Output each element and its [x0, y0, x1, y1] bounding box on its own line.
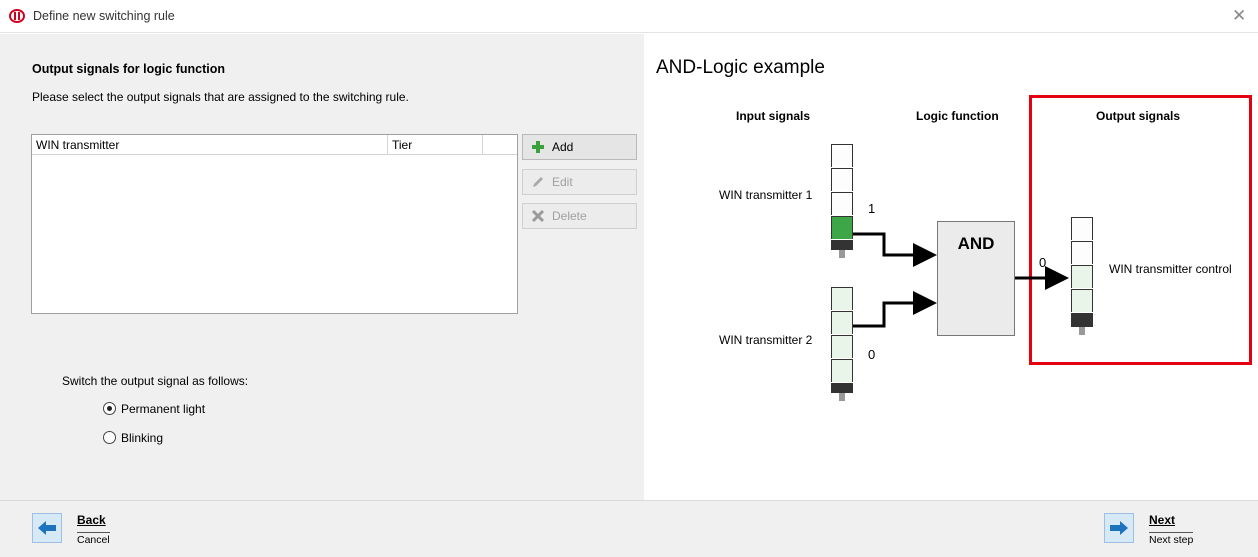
footer-navigation: Back Cancel Next Next step: [0, 500, 1258, 557]
tower-segment-lit: [831, 216, 853, 239]
pencil-icon: [533, 177, 543, 187]
tower-segment: [1071, 241, 1093, 264]
column-header-tier[interactable]: Tier: [388, 135, 483, 155]
section-description: Please select the output signals that ar…: [32, 90, 409, 104]
left-panel: Output signals for logic function Please…: [0, 34, 644, 500]
back-link[interactable]: Back: [77, 513, 106, 527]
tower-foot: [839, 393, 845, 401]
and-logic-box: AND: [937, 221, 1015, 336]
add-button-label: Add: [552, 140, 574, 154]
tower-segment: [831, 287, 853, 310]
tower-segment: [831, 168, 853, 191]
tower-segment: [1071, 217, 1093, 240]
list-header: WIN transmitter Tier: [32, 135, 517, 155]
radio-button-checked[interactable]: [103, 402, 116, 415]
radio-blinking-label: Blinking: [121, 431, 164, 445]
win-transmitter-control-label: WIN transmitter control: [1109, 262, 1232, 276]
cancel-sublabel: Cancel: [77, 532, 110, 546]
input-value-2: 0: [868, 347, 876, 362]
next-link[interactable]: Next: [1149, 513, 1175, 527]
output-signal-list[interactable]: WIN transmitter Tier: [31, 134, 518, 314]
radio-permanent-light-label: Permanent light: [121, 402, 206, 416]
column-header-empty[interactable]: [483, 135, 517, 155]
back-button[interactable]: [32, 513, 62, 543]
example-panel: AND-Logic example Input signals Logic fu…: [644, 34, 1258, 500]
output-value: 0: [1039, 255, 1047, 270]
edit-button-label: Edit: [552, 175, 573, 189]
win-transmitter-2-label: WIN transmitter 2: [719, 333, 813, 347]
section-title: Output signals for logic function: [32, 62, 226, 76]
tower-base: [831, 383, 853, 393]
arrow-right-icon: [1110, 521, 1128, 535]
company-logo-icon: [9, 9, 25, 23]
switch-mode-label: Switch the output signal as follows:: [62, 374, 249, 388]
tower-segment: [831, 335, 853, 358]
next-step-sublabel: Next step: [1149, 532, 1194, 546]
arrow-left-icon: [38, 521, 56, 535]
plus-icon: [532, 141, 544, 153]
next-button[interactable]: [1104, 513, 1134, 543]
column-header-win-transmitter[interactable]: WIN transmitter: [32, 135, 388, 155]
window-title: Define new switching rule: [33, 9, 175, 23]
tower-segment: [831, 192, 853, 215]
tower-foot: [839, 250, 845, 258]
close-icon[interactable]: ✕: [1232, 6, 1246, 26]
tower-base: [1071, 313, 1093, 327]
tower-segment: [831, 359, 853, 382]
dialog-window: Define new switching rule ✕ Output signa…: [0, 0, 1258, 557]
tower-segment: [1071, 265, 1093, 288]
delete-button[interactable]: Delete: [522, 203, 637, 229]
tower-segment: [1071, 289, 1093, 312]
title-bar: Define new switching rule ✕: [0, 0, 1258, 33]
radio-button[interactable]: [103, 431, 116, 444]
delete-x-icon: [531, 209, 545, 223]
add-button[interactable]: Add: [522, 134, 637, 160]
input-value-1: 1: [868, 201, 876, 216]
win-transmitter-1-label: WIN transmitter 1: [719, 188, 813, 202]
and-label: AND: [957, 234, 995, 253]
tower-base: [831, 240, 853, 250]
tower-segment: [831, 144, 853, 167]
tower-segment: [831, 311, 853, 334]
tower-foot: [1079, 327, 1085, 335]
delete-button-label: Delete: [552, 209, 587, 223]
edit-button[interactable]: Edit: [522, 169, 637, 195]
